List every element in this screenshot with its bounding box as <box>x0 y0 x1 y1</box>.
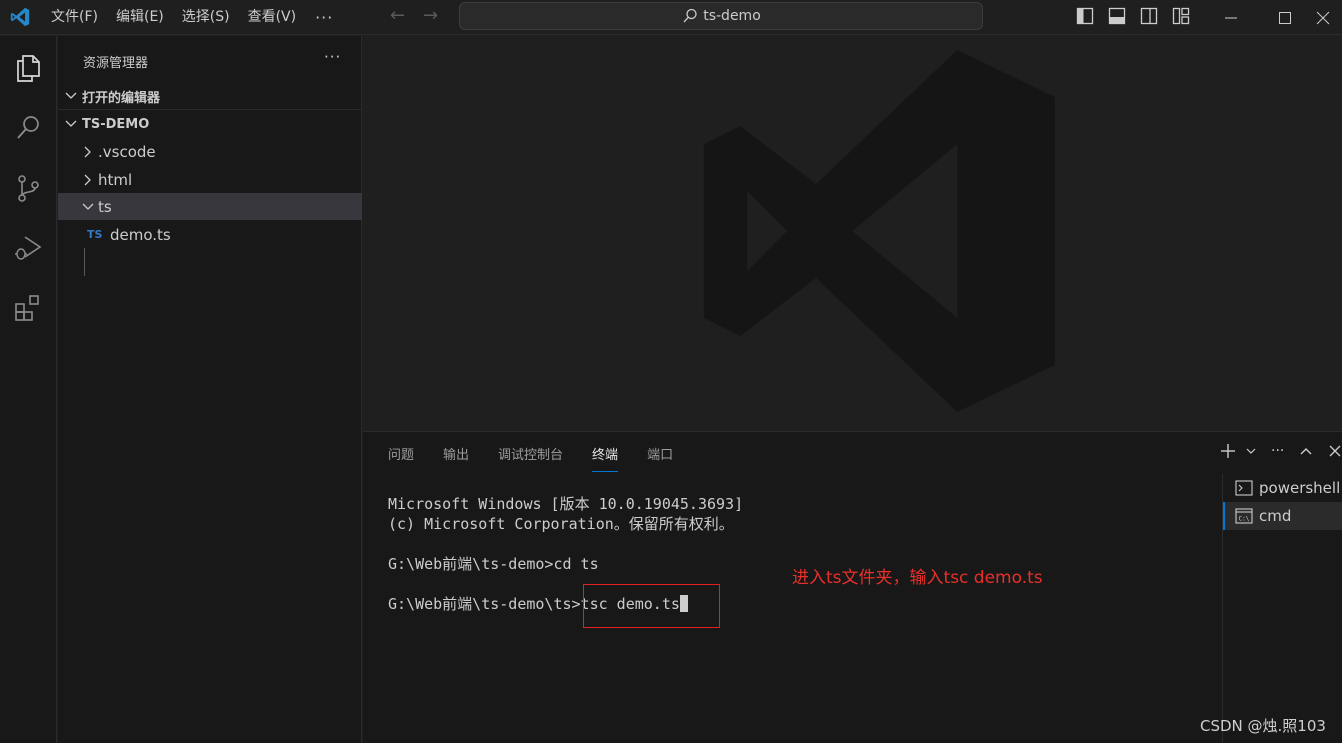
back-arrow-icon[interactable]: ← <box>390 5 405 26</box>
customize-layout-icon[interactable] <box>1171 6 1191 26</box>
menu-edit[interactable]: 编辑(E) <box>107 0 173 35</box>
terminal-cmd-icon: C:\ <box>1235 508 1253 524</box>
tab-terminal[interactable]: 终端 <box>592 444 619 472</box>
terminal-item-label: cmd <box>1259 507 1292 525</box>
source-control-icon[interactable] <box>12 172 44 204</box>
indent-guide <box>84 248 85 276</box>
minimize-button[interactable] <box>1208 0 1254 35</box>
run-and-debug-icon[interactable] <box>12 232 44 264</box>
extensions-icon[interactable] <box>12 292 44 324</box>
maximize-button[interactable] <box>1262 0 1308 35</box>
command-center-search[interactable]: ts-demo <box>459 2 983 30</box>
tab-output[interactable]: 输出 <box>443 444 469 472</box>
open-editors-label: 打开的编辑器 <box>82 90 161 106</box>
explorer-icon[interactable] <box>12 52 44 84</box>
chevron-right-icon <box>84 146 91 157</box>
menu-file[interactable]: 文件(F) <box>42 0 107 35</box>
section-divider <box>58 109 362 110</box>
close-panel-icon[interactable] <box>1328 444 1342 458</box>
menu-selection[interactable]: 选择(S) <box>173 0 239 35</box>
sidebar-title: 资源管理器 <box>83 56 149 71</box>
chevron-down-icon[interactable] <box>1245 445 1257 457</box>
tree-item-ts[interactable]: ts <box>58 193 362 220</box>
open-editors-header[interactable]: 打开的编辑器 <box>58 83 362 109</box>
bottom-panel: 问题 输出 调试控制台 终端 端口 ··· Microsoft Windows … <box>363 431 1342 743</box>
terminal-item-cmd[interactable]: C:\ cmd <box>1223 502 1342 530</box>
project-label: TS-DEMO <box>82 116 150 132</box>
menu-more-button[interactable]: ··· <box>305 8 343 27</box>
menu-bar: 文件(F) 编辑(E) 选择(S) 查看(V) ··· <box>42 0 343 35</box>
tree-item-vscode[interactable]: .vscode <box>58 138 362 165</box>
toggle-secondary-sidebar-icon[interactable] <box>1139 6 1159 26</box>
chevron-down-icon <box>65 120 77 127</box>
menu-view[interactable]: 查看(V) <box>239 0 306 35</box>
activity-bar <box>0 36 57 743</box>
tree-item-label: html <box>98 170 133 189</box>
chevron-right-icon <box>84 174 91 185</box>
tree-item-label: ts <box>98 197 112 216</box>
explorer-sidebar: 资源管理器 ··· 打开的编辑器 TS-DEMO .vscode html ts… <box>58 36 362 743</box>
chevron-down-icon <box>65 92 77 99</box>
tree-item-label: .vscode <box>98 142 156 161</box>
panel-actions: ··· <box>1219 442 1342 460</box>
editor-area <box>363 36 1342 430</box>
terminal-line: G:\Web前端\ts-demo>cd ts <box>388 555 599 573</box>
chevron-up-icon[interactable] <box>1298 443 1314 459</box>
close-icon <box>1316 11 1330 24</box>
close-button[interactable] <box>1304 0 1342 35</box>
forward-arrow-icon[interactable]: → <box>423 5 438 26</box>
maximize-icon <box>1279 11 1291 24</box>
terminal-line: Microsoft Windows [版本 10.0.19045.3693] <box>388 495 744 513</box>
terminal-line: (c) Microsoft Corporation。保留所有权利。 <box>388 515 734 533</box>
svg-text:C:\: C:\ <box>1239 516 1250 523</box>
highlight-box <box>583 584 720 628</box>
vscode-logo-icon <box>10 7 30 27</box>
annotation-text: 进入ts文件夹，输入tsc demo.ts <box>792 568 1043 588</box>
tab-problems[interactable]: 问题 <box>388 444 414 472</box>
terminal-item-label: powershell <box>1259 479 1341 497</box>
terminal-item-powershell[interactable]: powershell <box>1223 474 1342 502</box>
terminal-powershell-icon <box>1235 480 1253 496</box>
more-actions-icon[interactable]: ··· <box>1271 443 1284 459</box>
search-icon <box>683 8 697 23</box>
chevron-down-icon <box>82 203 94 210</box>
tab-ports[interactable]: 端口 <box>647 444 673 472</box>
project-header[interactable]: TS-DEMO <box>58 111 362 137</box>
csdn-watermark: CSDN @烛.照103 <box>1200 717 1326 735</box>
vscode-watermark-icon <box>703 50 1055 412</box>
minimize-icon <box>1225 17 1237 18</box>
sidebar-more-button[interactable]: ··· <box>324 48 341 66</box>
tree-item-demo-ts[interactable]: TS demo.ts <box>58 221 362 248</box>
toggle-panel-icon[interactable] <box>1107 6 1127 26</box>
tree-item-html[interactable]: html <box>58 166 362 193</box>
tab-debug-console[interactable]: 调试控制台 <box>498 444 563 472</box>
typescript-file-icon: TS <box>87 228 103 241</box>
terminal-list: powershell C:\ cmd <box>1222 474 1342 743</box>
tree-item-label: demo.ts <box>110 225 171 244</box>
panel-tabs: 问题 输出 调试控制台 终端 端口 <box>388 444 702 472</box>
toggle-primary-sidebar-icon[interactable] <box>1075 6 1095 26</box>
title-bar: 文件(F) 编辑(E) 选择(S) 查看(V) ··· ← → ts-demo <box>0 0 1342 35</box>
new-terminal-plus-icon[interactable] <box>1219 442 1237 460</box>
search-text: ts-demo <box>703 8 761 24</box>
search-icon[interactable] <box>12 112 44 144</box>
